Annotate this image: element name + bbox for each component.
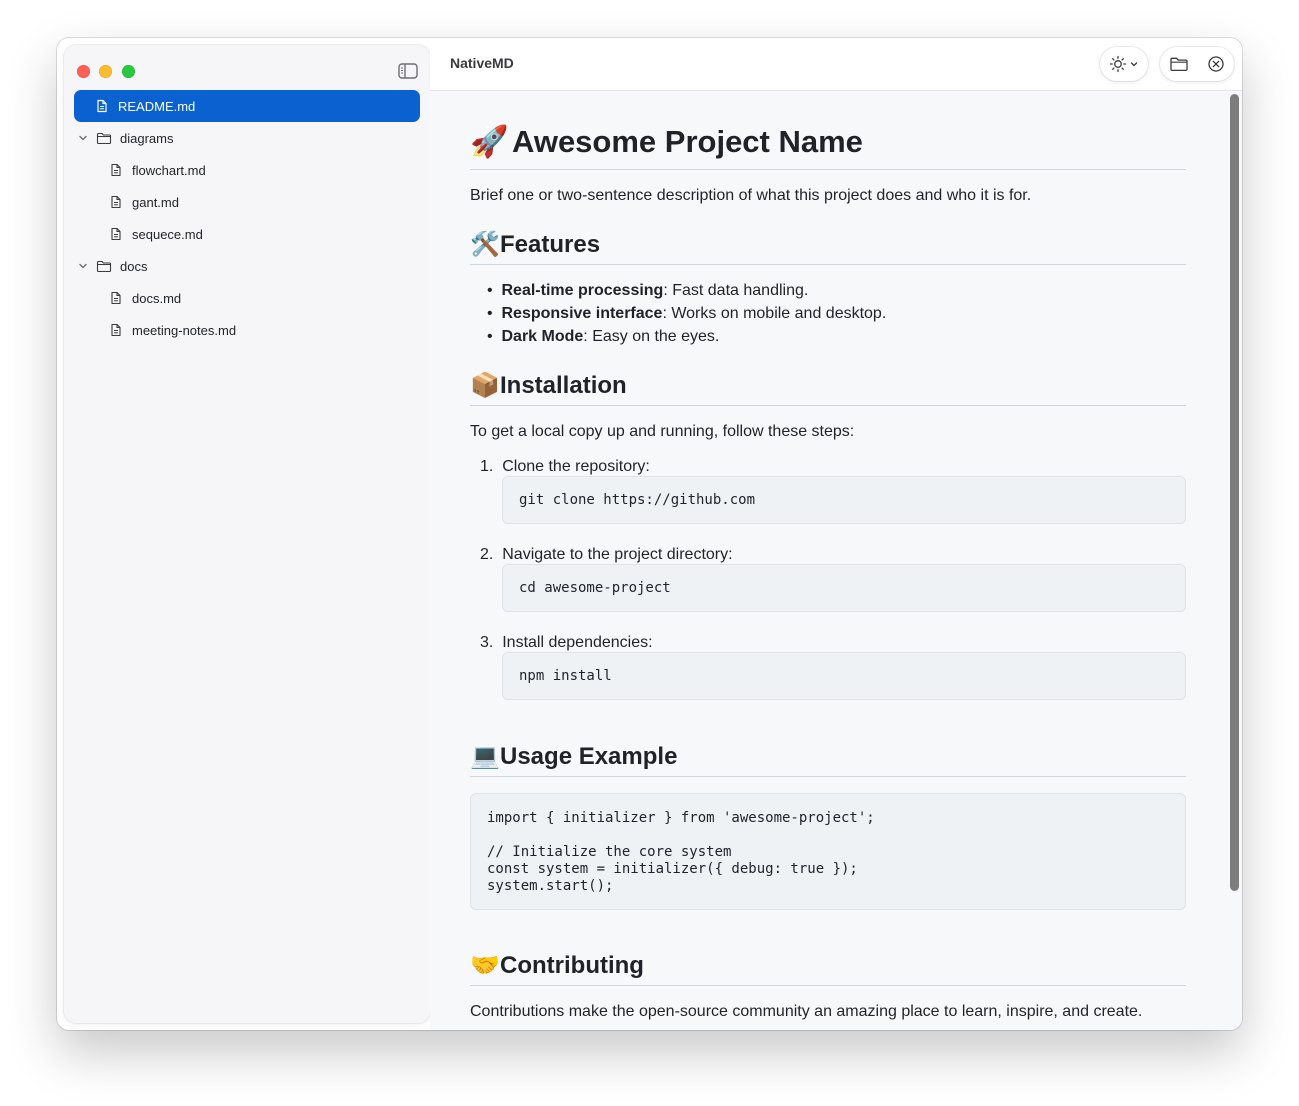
sidebar-item-meeting-notes[interactable]: meeting-notes.md [109, 314, 417, 346]
list-item: 2. Navigate to the project directory: [480, 546, 733, 563]
contributing-heading: 🤝Contributing [470, 952, 644, 979]
list-item: 3. Install dependencies: [480, 634, 653, 651]
installation-heading: 📦Installation [470, 372, 627, 399]
sidebar-item-docs-md[interactable]: docs.md [109, 282, 417, 314]
sidebar-item-gant[interactable]: gant.md [109, 186, 417, 218]
toolbar: NativeMD [430, 38, 1242, 91]
intro-paragraph: Brief one or two-sentence description of… [470, 187, 1032, 204]
chevron-down-icon [1130, 62, 1138, 67]
heading-divider [470, 169, 1186, 170]
sidebar-item-label: gant.md [132, 194, 179, 210]
features-heading: 🛠️Features [470, 231, 601, 258]
sidebar-folder-docs[interactable]: docs [77, 250, 417, 282]
document-icon [111, 195, 121, 209]
list-item: 1. Clone the repository: [480, 458, 650, 475]
folder-icon [96, 132, 112, 145]
code-block[interactable]: git clone https://github.com [502, 476, 1186, 524]
sidebar: README.md diagrams flowchart.md gant.md … [64, 45, 430, 1023]
window-title: NativeMD [450, 55, 514, 71]
code-block[interactable]: npm install [502, 652, 1186, 700]
tools-emoji: 🛠️ [470, 231, 500, 258]
sidebar-item-label: meeting-notes.md [132, 322, 237, 338]
document-title: 🚀 Awesome Project Name [470, 124, 863, 159]
sidebar-item-label: flowchart.md [132, 162, 206, 178]
sidebar-item-label: docs [120, 258, 148, 274]
sidebar-item-readme[interactable]: README.md [74, 90, 420, 122]
close-document-button[interactable] [1207, 47, 1225, 81]
sidebar-item-label: README.md [118, 98, 196, 114]
heading-divider [470, 985, 1186, 986]
window-close-button[interactable] [77, 65, 90, 78]
sidebar-item-label: docs.md [132, 290, 182, 306]
heading-divider [470, 405, 1186, 406]
sun-icon [1109, 55, 1127, 73]
usage-heading: 💻Usage Example [470, 743, 678, 770]
chevron-down-icon[interactable] [77, 132, 89, 144]
toolbar-action-group [1160, 47, 1234, 81]
installation-intro: To get a local copy up and running, foll… [470, 423, 855, 440]
sidebar-item-label: diagrams [120, 130, 174, 146]
list-item: • Responsive interface: Works on mobile … [487, 305, 887, 322]
scrollbar-thumb[interactable] [1230, 94, 1239, 891]
document-icon [111, 323, 121, 337]
window-zoom-button[interactable] [122, 65, 135, 78]
list-item: • Real-time processing: Fast data handli… [487, 282, 809, 299]
window-minimize-button[interactable] [99, 65, 112, 78]
folder-icon [1170, 57, 1188, 72]
code-block[interactable]: cd awesome-project [502, 564, 1186, 612]
chevron-down-icon[interactable] [77, 260, 89, 272]
sidebar-item-sequece[interactable]: sequece.md [109, 218, 417, 250]
open-folder-button[interactable] [1169, 47, 1189, 81]
folder-icon [96, 260, 112, 273]
list-item: • Dark Mode: Easy on the eyes. [487, 328, 720, 345]
document-icon [111, 163, 121, 177]
sidebar-toggle-icon[interactable] [397, 61, 419, 81]
markdown-preview[interactable]: 🚀 Awesome Project Name Brief one or two-s… [430, 91, 1242, 1030]
package-emoji: 📦 [470, 372, 500, 399]
laptop-emoji: 💻 [470, 743, 500, 770]
document-icon [111, 227, 121, 241]
heading-divider [470, 264, 1186, 265]
close-circle-icon [1208, 56, 1224, 72]
document-icon [97, 99, 107, 113]
app-window: README.md diagrams flowchart.md gant.md … [57, 38, 1242, 1030]
scrollbar[interactable] [1227, 91, 1242, 1030]
contributing-paragraph: Contributions make the open-source commu… [470, 1003, 1143, 1020]
sidebar-folder-diagrams[interactable]: diagrams [77, 122, 417, 154]
handshake-emoji: 🤝 [470, 952, 500, 979]
rocket-emoji: 🚀 [470, 124, 509, 159]
theme-menu-button[interactable] [1100, 47, 1148, 81]
usage-code-block[interactable]: import { initializer } from 'awesome-pro… [470, 793, 1186, 910]
heading-divider [470, 776, 1186, 777]
sidebar-item-flowchart[interactable]: flowchart.md [109, 154, 417, 186]
sidebar-item-label: sequece.md [132, 226, 203, 242]
document-icon [111, 291, 121, 305]
